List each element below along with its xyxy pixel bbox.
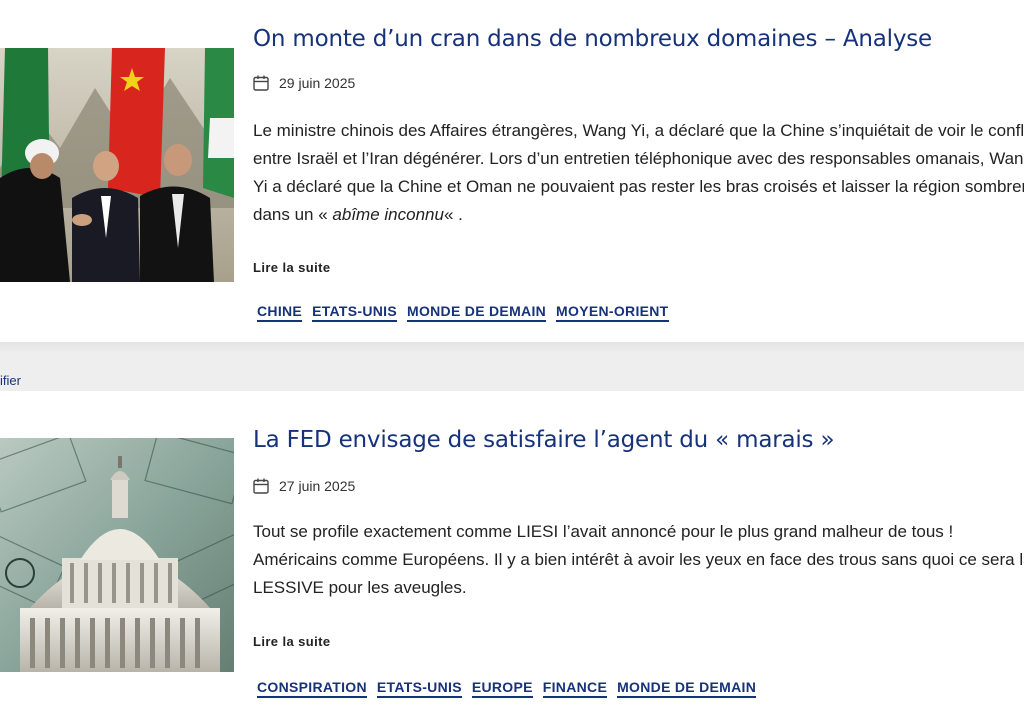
tag-link[interactable]: MONDE DE DEMAIN xyxy=(617,679,757,698)
read-more-link[interactable]: Lire la suite xyxy=(253,260,330,275)
tag-link[interactable]: MONDE DE DEMAIN xyxy=(406,303,547,322)
tag-list: CONSPIRATION ETATS-UNIS EUROPE FINANCE M… xyxy=(257,679,757,698)
date-text: 29 juin 2025 xyxy=(279,75,356,91)
calendar-icon xyxy=(253,478,269,494)
partial-link[interactable]: ifier xyxy=(0,373,21,388)
article-date: 29 juin 2025 xyxy=(252,74,355,92)
article-excerpt: Le ministre chinois des Affaires étrangè… xyxy=(253,121,1024,224)
tag-link[interactable]: CONSPIRATION xyxy=(257,679,367,698)
tag-list: CHINE ETATS-UNIS MONDE DE DEMAIN MOYEN-O… xyxy=(257,303,669,322)
article-title[interactable]: La FED envisage de satisfaire l’agent du… xyxy=(253,427,835,453)
article-title[interactable]: On monte d’un cran dans de nombreux doma… xyxy=(253,26,932,52)
date-text: 27 juin 2025 xyxy=(279,478,356,494)
article-thumbnail[interactable] xyxy=(0,48,234,282)
article-card: On monte d’un cran dans de nombreux doma… xyxy=(0,0,1024,342)
article-thumbnail[interactable] xyxy=(0,438,234,672)
article-date: 27 juin 2025 xyxy=(252,477,355,495)
article-excerpt: Tout se profile exactement comme LIESI l… xyxy=(253,522,1024,597)
tag-link[interactable]: CHINE xyxy=(257,303,303,322)
section-divider xyxy=(0,342,1024,391)
tag-link[interactable]: MOYEN-ORIENT xyxy=(556,303,669,322)
article-card: La FED envisage de satisfaire l’agent du… xyxy=(0,391,1024,714)
calendar-icon xyxy=(253,75,269,91)
tag-link[interactable]: EUROPE xyxy=(471,679,533,698)
read-more-link[interactable]: Lire la suite xyxy=(253,634,330,649)
tag-link[interactable]: ETATS-UNIS xyxy=(312,303,397,322)
tag-link[interactable]: FINANCE xyxy=(542,679,608,698)
tag-link[interactable]: ETATS-UNIS xyxy=(376,679,462,698)
